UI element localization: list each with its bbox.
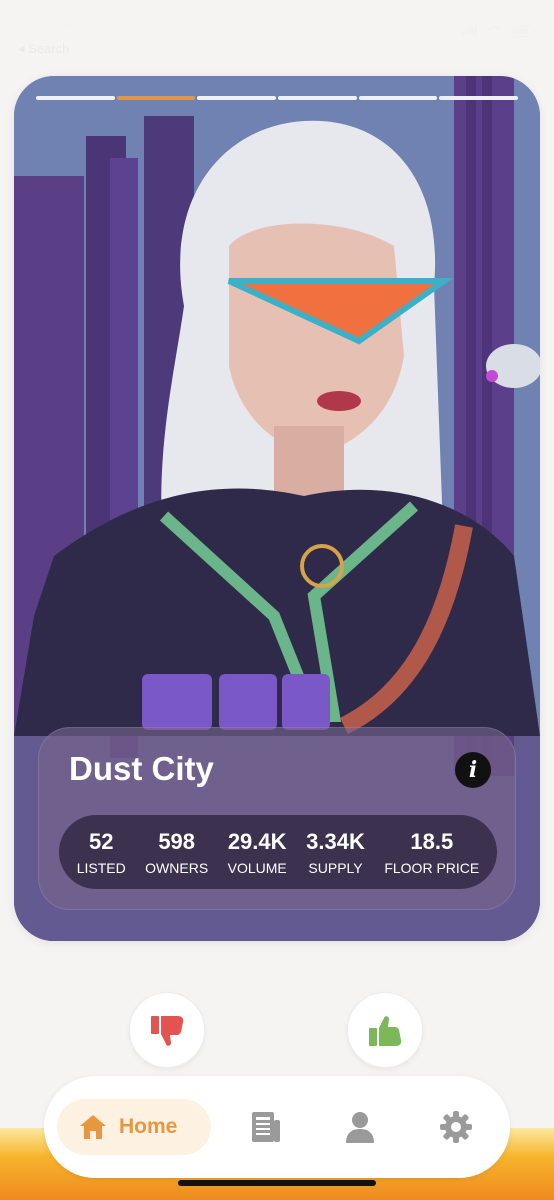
home-icon	[80, 1115, 106, 1139]
wifi-icon	[487, 25, 503, 37]
thumbs-up-icon	[369, 1016, 402, 1046]
info-icon: i	[468, 757, 478, 783]
stat-value: 52	[88, 828, 114, 854]
dislike-button[interactable]	[129, 992, 205, 1068]
nav-home-tab[interactable]: Home	[57, 1099, 211, 1155]
stat-label: LISTED	[76, 859, 126, 876]
progress-segment	[278, 96, 357, 100]
back-app-label: Search	[28, 41, 70, 56]
status-bar: 12:41 ◂ Search	[0, 0, 554, 60]
back-to-app-link[interactable]: ◂ Search	[18, 41, 69, 57]
thumbs-down-icon	[151, 1016, 184, 1046]
stat-floor-price: 18.5 FLOOR PRICE	[384, 829, 479, 876]
progress-segment-active	[116, 96, 196, 100]
stat-label: VOLUME	[227, 859, 287, 876]
home-indicator	[178, 1180, 376, 1186]
stat-volume: 29.4K VOLUME	[228, 829, 287, 876]
battery-icon	[512, 25, 534, 37]
signal-icon	[462, 22, 478, 40]
stat-supply: 3.34K SUPPLY	[306, 829, 365, 876]
collection-info-panel: Dust City i 52 LISTED 598 OWNERS 29.4K V…	[38, 727, 516, 910]
stat-label: SUPPLY	[308, 859, 363, 876]
progress-segment	[358, 96, 438, 100]
stat-value: 18.5	[410, 828, 454, 854]
info-button[interactable]: i	[455, 752, 491, 788]
progress-segment	[197, 96, 277, 100]
status-icons	[462, 22, 534, 40]
collection-name: Dust City	[69, 750, 214, 787]
nav-home-label: Home	[119, 1115, 178, 1138]
like-button[interactable]	[347, 992, 423, 1068]
stat-value: 29.4K	[227, 828, 287, 854]
progress-segment	[439, 96, 519, 100]
stats-row: 52 LISTED 598 OWNERS 29.4K VOLUME 3.34K …	[59, 815, 497, 889]
collection-card[interactable]: Dust City i 52 LISTED 598 OWNERS 29.4K V…	[14, 76, 540, 941]
status-time: 12:41	[34, 12, 86, 33]
stat-value: 3.34K	[306, 828, 365, 854]
progress-segment	[36, 96, 115, 100]
profile-icon[interactable]	[344, 1110, 376, 1144]
settings-icon[interactable]	[439, 1110, 473, 1144]
stat-label: FLOOR PRICE	[384, 859, 480, 876]
news-icon[interactable]	[249, 1110, 283, 1144]
stat-value: 598	[158, 828, 196, 854]
stat-label: OWNERS	[145, 859, 209, 876]
bottom-nav: Home	[44, 1076, 510, 1178]
stat-owners: 598 OWNERS	[145, 829, 208, 876]
story-progress	[36, 96, 519, 100]
stat-listed: 52 LISTED	[77, 829, 126, 876]
